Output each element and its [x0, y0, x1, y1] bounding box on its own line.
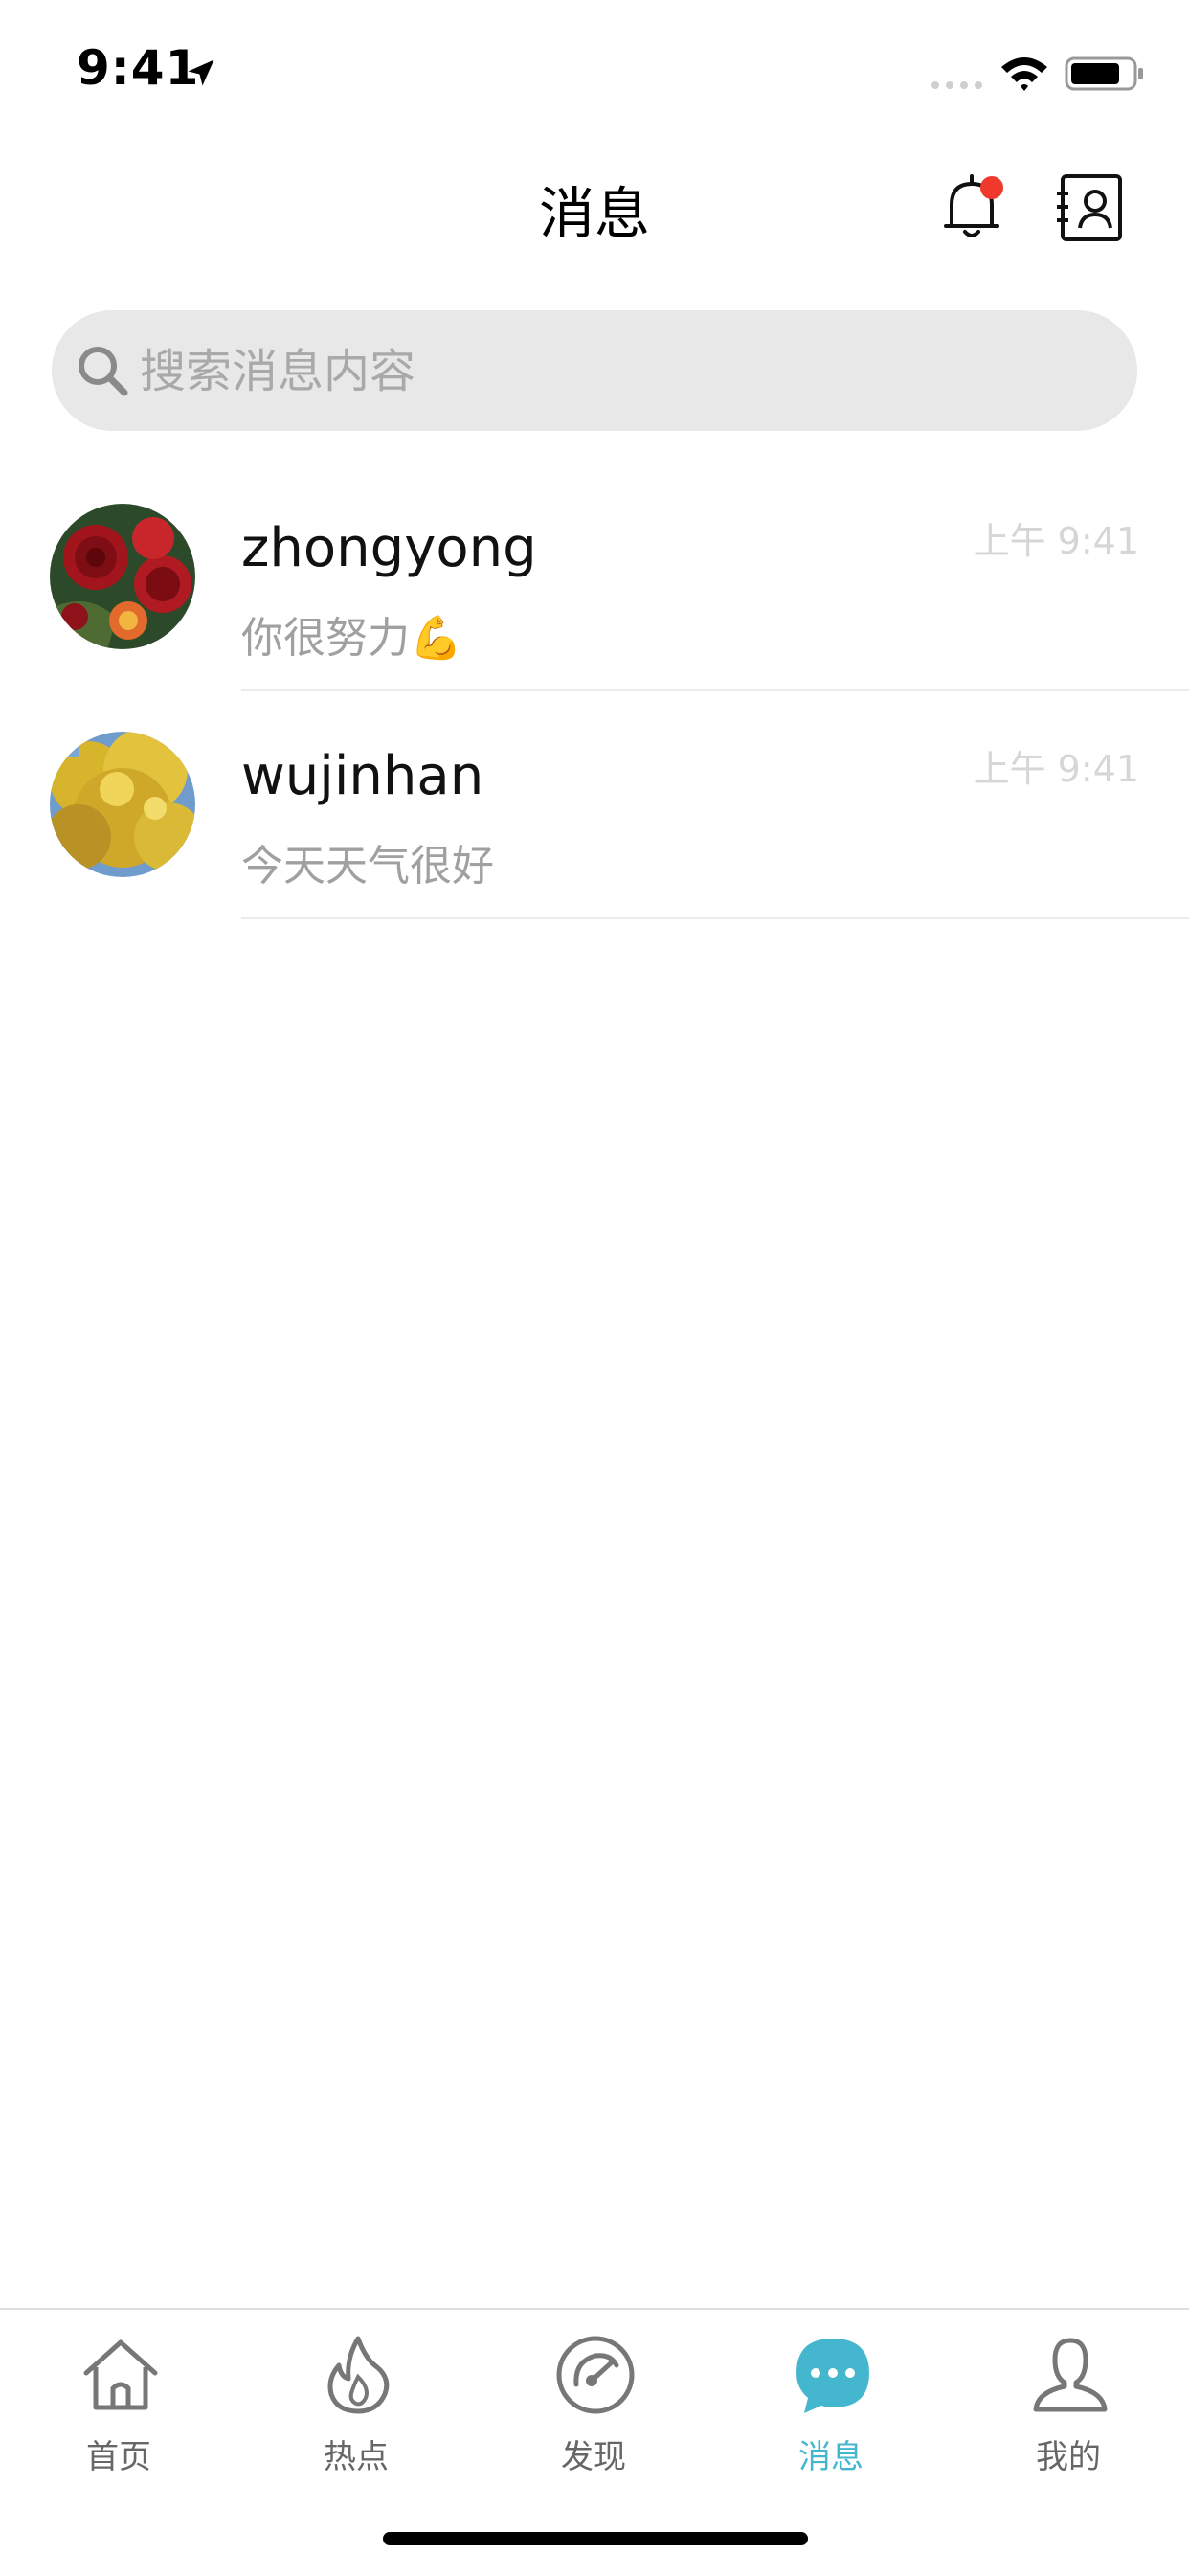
divider	[241, 917, 1189, 919]
conversation-time: 上午 9:41	[973, 520, 1139, 562]
avatar	[50, 504, 195, 649]
ginkgo-tree-avatar-image	[50, 732, 195, 877]
location-arrow-icon	[188, 59, 214, 86]
divider	[241, 689, 1189, 691]
chat-bubble-icon	[796, 2339, 869, 2413]
conversation-item[interactable]: zhongyong 上午 9:41 你很努力💪	[0, 504, 1189, 732]
wifi-icon	[1001, 57, 1047, 91]
person-icon	[1033, 2338, 1108, 2412]
tab-discover[interactable]: 发现	[475, 2321, 712, 2476]
tab-label: 热点	[324, 2438, 389, 2476]
bell-icon	[944, 174, 1003, 237]
home-indicator	[383, 2532, 808, 2545]
home-icon	[83, 2339, 158, 2410]
status-time: 9:41	[77, 40, 200, 96]
page-title: 消息	[538, 181, 650, 246]
conversation-name: zhongyong	[241, 517, 537, 579]
notification-badge	[980, 176, 1003, 199]
tab-profile[interactable]: 我的	[950, 2321, 1187, 2476]
tab-label: 消息	[798, 2438, 864, 2476]
conversation-preview: 你很努力💪	[241, 614, 462, 663]
notifications-button[interactable]	[938, 170, 1005, 245]
avatar	[50, 732, 195, 877]
status-bar: 9:41	[0, 0, 1189, 144]
tab-label: 我的	[1036, 2438, 1101, 2476]
battery-icon	[1065, 56, 1143, 91]
tab-label: 发现	[561, 2438, 626, 2476]
conversation-time: 上午 9:41	[973, 748, 1139, 790]
search-input[interactable]	[138, 310, 1099, 433]
conversation-item[interactable]: wujinhan 上午 9:41 今天天气很好	[0, 732, 1189, 960]
contacts-button[interactable]	[1057, 172, 1124, 243]
rose-flowers-avatar-image	[50, 504, 195, 649]
tab-messages[interactable]: 消息	[712, 2321, 950, 2476]
tab-home[interactable]: 首页	[0, 2321, 237, 2476]
search-bar[interactable]	[52, 310, 1137, 433]
conversation-name: wujinhan	[241, 745, 484, 807]
contact-card-icon	[1057, 174, 1122, 241]
conversation-preview: 今天天气很好	[241, 842, 494, 891]
flame-icon	[327, 2336, 390, 2414]
cellular-signal-icon	[931, 81, 982, 89]
tab-hot[interactable]: 热点	[237, 2321, 475, 2476]
compass-icon	[556, 2336, 635, 2414]
tab-label: 首页	[86, 2438, 151, 2476]
search-icon	[79, 347, 128, 396]
